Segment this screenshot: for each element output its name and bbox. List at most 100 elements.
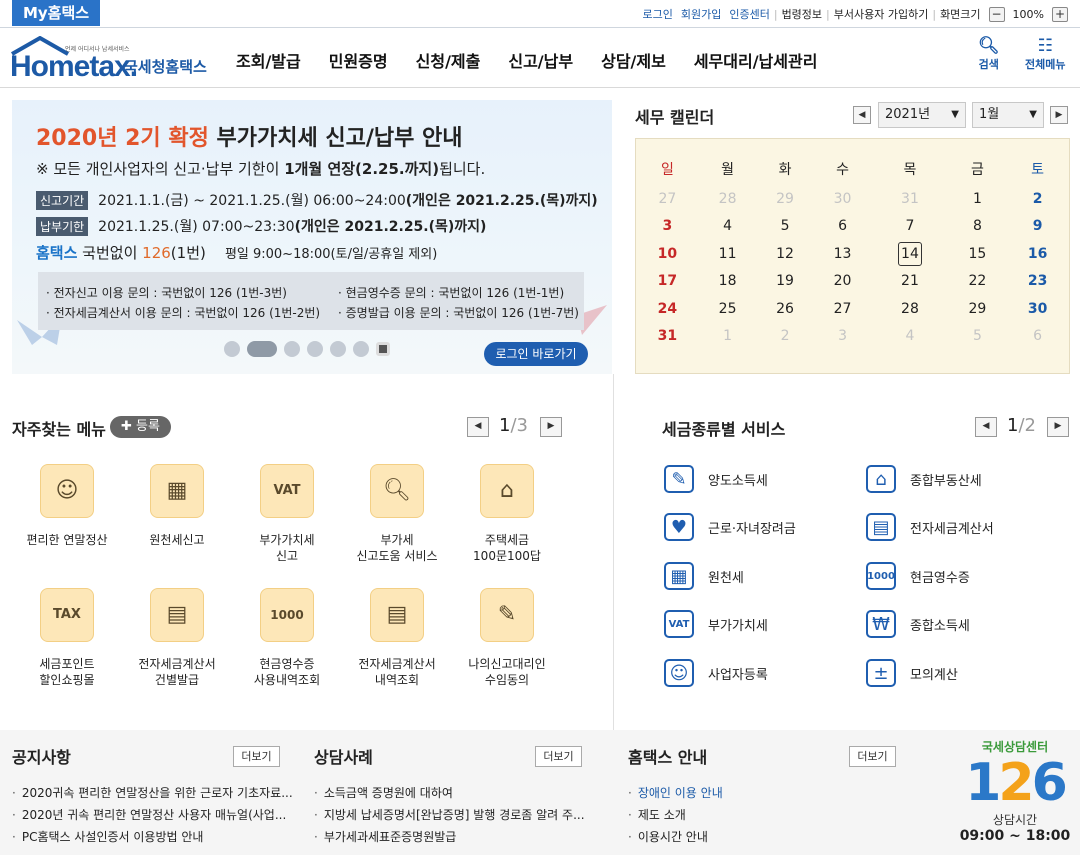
nav-agent[interactable]: 세무대리/납세관리 <box>694 48 818 72</box>
calendar-day[interactable]: 28 <box>871 295 948 323</box>
carousel-dot[interactable] <box>224 341 240 357</box>
calendar-day[interactable]: 19 <box>756 268 813 296</box>
calendar-day[interactable]: 11 <box>699 240 756 268</box>
tax-service-item[interactable]: ± 모의계산 <box>866 659 958 687</box>
consult-more-button[interactable]: 더보기 <box>535 746 582 767</box>
carousel-dot-active[interactable] <box>247 341 277 357</box>
calendar-day[interactable]: 2 <box>756 323 813 351</box>
nav-consult[interactable]: 상담/제보 <box>601 48 666 72</box>
list-item[interactable]: 부가세과세표준증명원발급 <box>314 826 585 848</box>
guide-more-button[interactable]: 더보기 <box>849 746 896 767</box>
calendar-day[interactable]: 30 <box>814 185 871 213</box>
calendar-day[interactable]: 10 <box>636 240 699 268</box>
quick-menu-item[interactable]: ▤ 전자세금계산서 건별발급 <box>122 588 232 688</box>
calendar-day[interactable]: 5 <box>949 323 1006 351</box>
calendar-day[interactable]: 12 <box>756 240 813 268</box>
cert-center-link[interactable]: 인증센터 <box>729 6 769 22</box>
freq-next-button[interactable]: ▶ <box>540 417 562 437</box>
calendar-day[interactable]: 4 <box>699 213 756 241</box>
notice-more-button[interactable]: 더보기 <box>233 746 280 767</box>
nav-inquiry[interactable]: 조회/발급 <box>236 48 301 72</box>
calendar-day-today[interactable]: 14 <box>871 240 948 268</box>
calendar-day[interactable]: 9 <box>1006 213 1069 241</box>
zoom-in-button[interactable]: + <box>1052 6 1068 22</box>
quick-menu-item[interactable]: ✎ 나의신고대리인 수임동의 <box>452 588 562 688</box>
calendar-day[interactable]: 2 <box>1006 185 1069 213</box>
next-month-button[interactable]: ▶ <box>1050 106 1068 124</box>
calendar-day[interactable]: 23 <box>1006 268 1069 296</box>
calendar-day[interactable]: 16 <box>1006 240 1069 268</box>
tax-service-item[interactable]: ♥ 근로·자녀장려금 <box>664 513 796 541</box>
calendar-day[interactable]: 15 <box>949 240 1006 268</box>
all-menu-button[interactable]: ☷ 전체메뉴 <box>1025 36 1065 72</box>
calendar-day[interactable]: 29 <box>756 185 813 213</box>
tax-service-item[interactable]: ▦ 원천세 <box>664 562 744 590</box>
tax-service-item[interactable]: VAT 부가가치세 <box>664 610 768 638</box>
calendar-day[interactable]: 31 <box>636 323 699 351</box>
calendar-day[interactable]: 5 <box>756 213 813 241</box>
carousel-dot[interactable] <box>284 341 300 357</box>
quick-menu-item[interactable]: ▦ 원천세신고 <box>122 464 232 548</box>
list-item[interactable]: 2020년 귀속 편리한 연말정산 사용자 매뉴얼(사업... <box>12 804 293 826</box>
search-button[interactable]: 🔍︎ 검색 <box>978 36 1000 72</box>
calendar-day[interactable]: 18 <box>699 268 756 296</box>
quick-menu-item[interactable]: 🔍︎ 부가세 신고도움 서비스 <box>342 464 452 564</box>
tax-service-item[interactable]: ☺ 사업자등록 <box>664 659 768 687</box>
zoom-out-button[interactable]: − <box>988 6 1005 22</box>
taxsvc-next-button[interactable]: ▶ <box>1047 417 1069 437</box>
calendar-day[interactable]: 6 <box>814 213 871 241</box>
list-item[interactable]: 2020귀속 편리한 연말정산을 위한 근로자 기초자료... <box>12 782 293 804</box>
law-info-link[interactable]: 법령정보 <box>782 6 822 22</box>
register-button[interactable]: ✚ 등록 <box>110 416 171 438</box>
vat-banner[interactable]: 2020년 2기 확정 부가가치세 신고/납부 안내 ※ 모든 개인사업자의 신… <box>12 100 612 374</box>
calendar-day[interactable]: 21 <box>871 268 948 296</box>
hometax-logo[interactable]: 언제 어디서나 납세서비스 Hometax. 국세청홈택스 <box>10 36 215 83</box>
calendar-day[interactable]: 28 <box>699 185 756 213</box>
calendar-day[interactable]: 22 <box>949 268 1006 296</box>
tax-service-item[interactable]: ₩ 종합소득세 <box>866 610 970 638</box>
tax-service-item[interactable]: 1000 현금영수증 <box>866 562 970 590</box>
tax-call-center-badge[interactable]: 국세상담센터 126 상담시간 09:00 ~ 18:00 <box>955 738 1075 853</box>
nav-apply[interactable]: 신청/제출 <box>416 48 481 72</box>
calendar-day[interactable]: 13 <box>814 240 871 268</box>
year-select[interactable]: 2021년 ▼ <box>878 102 966 128</box>
nav-report[interactable]: 신고/납부 <box>508 48 573 72</box>
nav-certificate[interactable]: 민원증명 <box>329 48 388 72</box>
quick-menu-item[interactable]: ▤ 전자세금계산서 내역조회 <box>342 588 452 688</box>
carousel-dot[interactable] <box>353 341 369 357</box>
tax-service-item[interactable]: ⌂ 종합부동산세 <box>866 465 982 493</box>
list-item[interactable]: 지방세 납세증명서[완납증명] 발행 경로좀 알려 주... <box>314 804 585 826</box>
list-item[interactable]: PC홈택스 사설인증서 이용방법 안내 <box>12 826 293 848</box>
calendar-day[interactable]: 29 <box>949 295 1006 323</box>
calendar-day[interactable]: 20 <box>814 268 871 296</box>
quick-menu-item[interactable]: 1000 현금영수증 사용내역조회 <box>232 588 342 688</box>
calendar-day[interactable]: 1 <box>699 323 756 351</box>
month-select[interactable]: 1월 ▼ <box>972 102 1044 128</box>
calendar-day[interactable]: 27 <box>814 295 871 323</box>
calendar-day[interactable]: 3 <box>814 323 871 351</box>
dept-signup-link[interactable]: 부서사용자 가입하기 <box>834 6 929 22</box>
carousel-dot[interactable] <box>307 341 323 357</box>
calendar-day[interactable]: 27 <box>636 185 699 213</box>
quick-menu-item[interactable]: ⌂ 주택세금 100문100답 <box>452 464 562 564</box>
prev-month-button[interactable]: ◀ <box>853 106 871 124</box>
list-item[interactable]: 소득금액 증명원에 대하여 <box>314 782 585 804</box>
login-link[interactable]: 로그인 <box>643 6 673 22</box>
list-item[interactable]: 이용시간 안내 <box>628 826 723 848</box>
calendar-day[interactable]: 6 <box>1006 323 1069 351</box>
carousel-dot[interactable] <box>330 341 346 357</box>
calendar-day[interactable]: 25 <box>699 295 756 323</box>
freq-prev-button[interactable]: ◀ <box>467 417 489 437</box>
calendar-day[interactable]: 3 <box>636 213 699 241</box>
calendar-day[interactable]: 24 <box>636 295 699 323</box>
list-item[interactable]: 제도 소개 <box>628 804 723 826</box>
my-hometax-tab[interactable]: My홈택스 <box>12 0 100 26</box>
quick-menu-item[interactable]: TAX 세금포인트 할인쇼핑몰 <box>12 588 122 688</box>
calendar-day[interactable]: 30 <box>1006 295 1069 323</box>
calendar-day[interactable]: 31 <box>871 185 948 213</box>
signup-link[interactable]: 회원가입 <box>681 6 721 22</box>
calendar-day[interactable]: 26 <box>756 295 813 323</box>
calendar-day[interactable]: 1 <box>949 185 1006 213</box>
calendar-day[interactable]: 8 <box>949 213 1006 241</box>
taxsvc-prev-button[interactable]: ◀ <box>975 417 997 437</box>
